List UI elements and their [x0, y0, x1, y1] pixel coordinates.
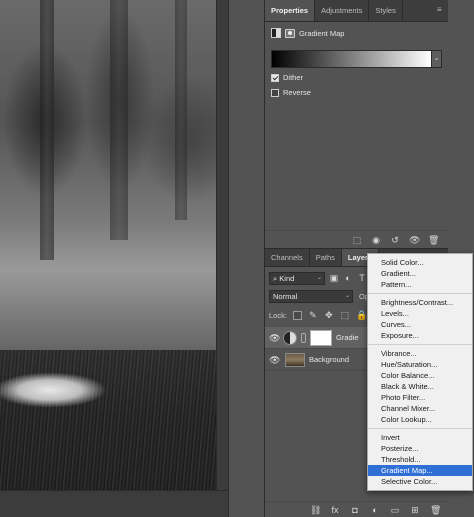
panel-menu-icon[interactable]: ≡ — [437, 6, 445, 14]
new-layer-icon[interactable]: ⊞ — [410, 505, 420, 515]
reverse-option[interactable]: Reverse — [271, 87, 442, 98]
new-group-icon[interactable]: ▭ — [390, 505, 400, 515]
menu-item-gradient[interactable]: Gradient... — [368, 268, 472, 279]
menu-separator — [368, 428, 472, 429]
lock-transparent-icon[interactable] — [292, 310, 302, 320]
lock-artboard-icon[interactable]: ⬚ — [340, 310, 350, 320]
new-adjustment-layer-icon[interactable]: ◐ — [370, 505, 380, 515]
menu-item-hue-saturation[interactable]: Hue/Saturation... — [368, 359, 472, 370]
eye-icon[interactable]: 👁 — [269, 355, 280, 365]
layer-mask-thumbnail[interactable] — [310, 329, 332, 346]
lock-all-icon[interactable]: 🔒 — [356, 310, 367, 320]
view-previous-icon[interactable]: ◉ — [371, 235, 381, 245]
tab-paths[interactable]: Paths — [310, 249, 342, 266]
blend-mode-value: Normal — [273, 291, 298, 301]
trash-icon[interactable]: 🗑 — [430, 505, 441, 515]
properties-footer: ⬚ ◉ ↺ 👁 🗑 — [265, 230, 448, 248]
layer-name[interactable]: Gradie — [336, 333, 359, 342]
tree-trunk — [175, 0, 187, 220]
reverse-label: Reverse — [283, 88, 311, 97]
tab-styles[interactable]: Styles — [369, 0, 403, 21]
gradient-picker[interactable]: ⌄ — [271, 50, 442, 68]
new-adjustment-layer-menu: Solid Color... Gradient... Pattern... Br… — [367, 253, 473, 491]
menu-separator — [368, 344, 472, 345]
menu-item-channel-mixer[interactable]: Channel Mixer... — [368, 403, 472, 414]
adjustment-layer-icon — [283, 330, 297, 345]
tree-trunk — [40, 0, 54, 260]
menu-item-invert[interactable]: Invert — [368, 432, 472, 443]
white-dress-figure — [0, 362, 150, 422]
dither-label: Dither — [283, 73, 304, 82]
blend-mode-select[interactable]: Normal ⌄ — [269, 289, 353, 303]
photoshop-window: Properties Adjustments Styles ≡ Gradient… — [0, 0, 474, 517]
gradient-preview[interactable] — [271, 50, 432, 68]
panel-dock-strip — [228, 0, 264, 517]
link-layers-icon[interactable]: ⛓ — [310, 505, 321, 515]
tree-trunk — [110, 0, 128, 240]
menu-item-pattern[interactable]: Pattern... — [368, 279, 472, 290]
trash-icon[interactable]: 🗑 — [428, 235, 439, 245]
canvas-edge — [216, 0, 228, 490]
menu-item-color-lookup[interactable]: Color Lookup... — [368, 414, 472, 425]
layer-thumbnail — [285, 352, 305, 367]
menu-item-brightness-contrast[interactable]: Brightness/Contrast... — [368, 297, 472, 308]
chevron-down-icon[interactable]: ⌄ — [432, 50, 442, 68]
filter-type-icon[interactable]: T — [357, 273, 367, 283]
chevron-down-icon: ⌄ — [344, 292, 350, 299]
lock-label: Lock: — [269, 310, 287, 320]
mask-icon[interactable] — [285, 28, 295, 38]
lock-move-icon[interactable]: ✥ — [324, 310, 334, 320]
link-icon[interactable] — [301, 332, 306, 343]
menu-item-selective-color[interactable]: Selective Color... — [368, 476, 472, 487]
add-mask-icon[interactable]: ◘ — [350, 505, 360, 515]
menu-item-gradient-map[interactable]: Gradient Map... — [368, 465, 472, 476]
menu-item-black-white[interactable]: Black & White... — [368, 381, 472, 392]
tab-adjustments[interactable]: Adjustments — [315, 0, 370, 21]
menu-item-levels[interactable]: Levels... — [368, 308, 472, 319]
chevron-down-icon: ⌄ — [316, 274, 322, 281]
dither-option[interactable]: Dither — [271, 72, 442, 83]
tab-properties[interactable]: Properties — [265, 0, 316, 21]
fx-icon[interactable]: fx — [330, 505, 340, 515]
properties-title: Gradient Map — [299, 28, 345, 38]
lock-paint-icon[interactable]: ✎ — [308, 310, 318, 320]
reset-icon[interactable]: ↺ — [390, 235, 400, 245]
layers-footer: ⛓ fx ◘ ◐ ▭ ⊞ 🗑 — [265, 501, 448, 517]
clip-to-layer-icon[interactable]: ⬚ — [352, 235, 362, 245]
tab-channels[interactable]: Channels — [265, 249, 310, 266]
filter-adjustment-icon[interactable]: ◐ — [343, 273, 353, 283]
adjustment-icon[interactable] — [271, 28, 281, 38]
menu-item-photo-filter[interactable]: Photo Filter... — [368, 392, 472, 403]
menu-separator — [368, 293, 472, 294]
menu-item-curves[interactable]: Curves... — [368, 319, 472, 330]
filter-kind-select[interactable]: ⌕ Kind ⌄ — [269, 271, 325, 285]
eye-icon[interactable]: 👁 — [269, 333, 280, 343]
reverse-checkbox[interactable] — [271, 88, 279, 97]
properties-header: Gradient Map — [265, 22, 448, 44]
menu-item-exposure[interactable]: Exposure... — [368, 330, 472, 341]
dither-checkbox[interactable] — [271, 73, 279, 82]
menu-item-color-balance[interactable]: Color Balance... — [368, 370, 472, 381]
properties-tab-bar: Properties Adjustments Styles ≡ — [265, 0, 448, 22]
menu-item-posterize[interactable]: Posterize... — [368, 443, 472, 454]
layer-name[interactable]: Background — [309, 355, 349, 364]
document-canvas[interactable] — [0, 0, 216, 490]
menu-item-threshold[interactable]: Threshold... — [368, 454, 472, 465]
menu-item-vibrance[interactable]: Vibrance... — [368, 348, 472, 359]
properties-panel: Properties Adjustments Styles ≡ Gradient… — [264, 0, 448, 248]
filter-pixel-icon[interactable]: ▣ — [329, 273, 339, 283]
eye-icon[interactable]: 👁 — [409, 235, 420, 245]
canvas-bottom-bar — [0, 490, 228, 517]
menu-item-solid-color[interactable]: Solid Color... — [368, 257, 472, 268]
filter-kind-value: Kind — [279, 273, 295, 283]
